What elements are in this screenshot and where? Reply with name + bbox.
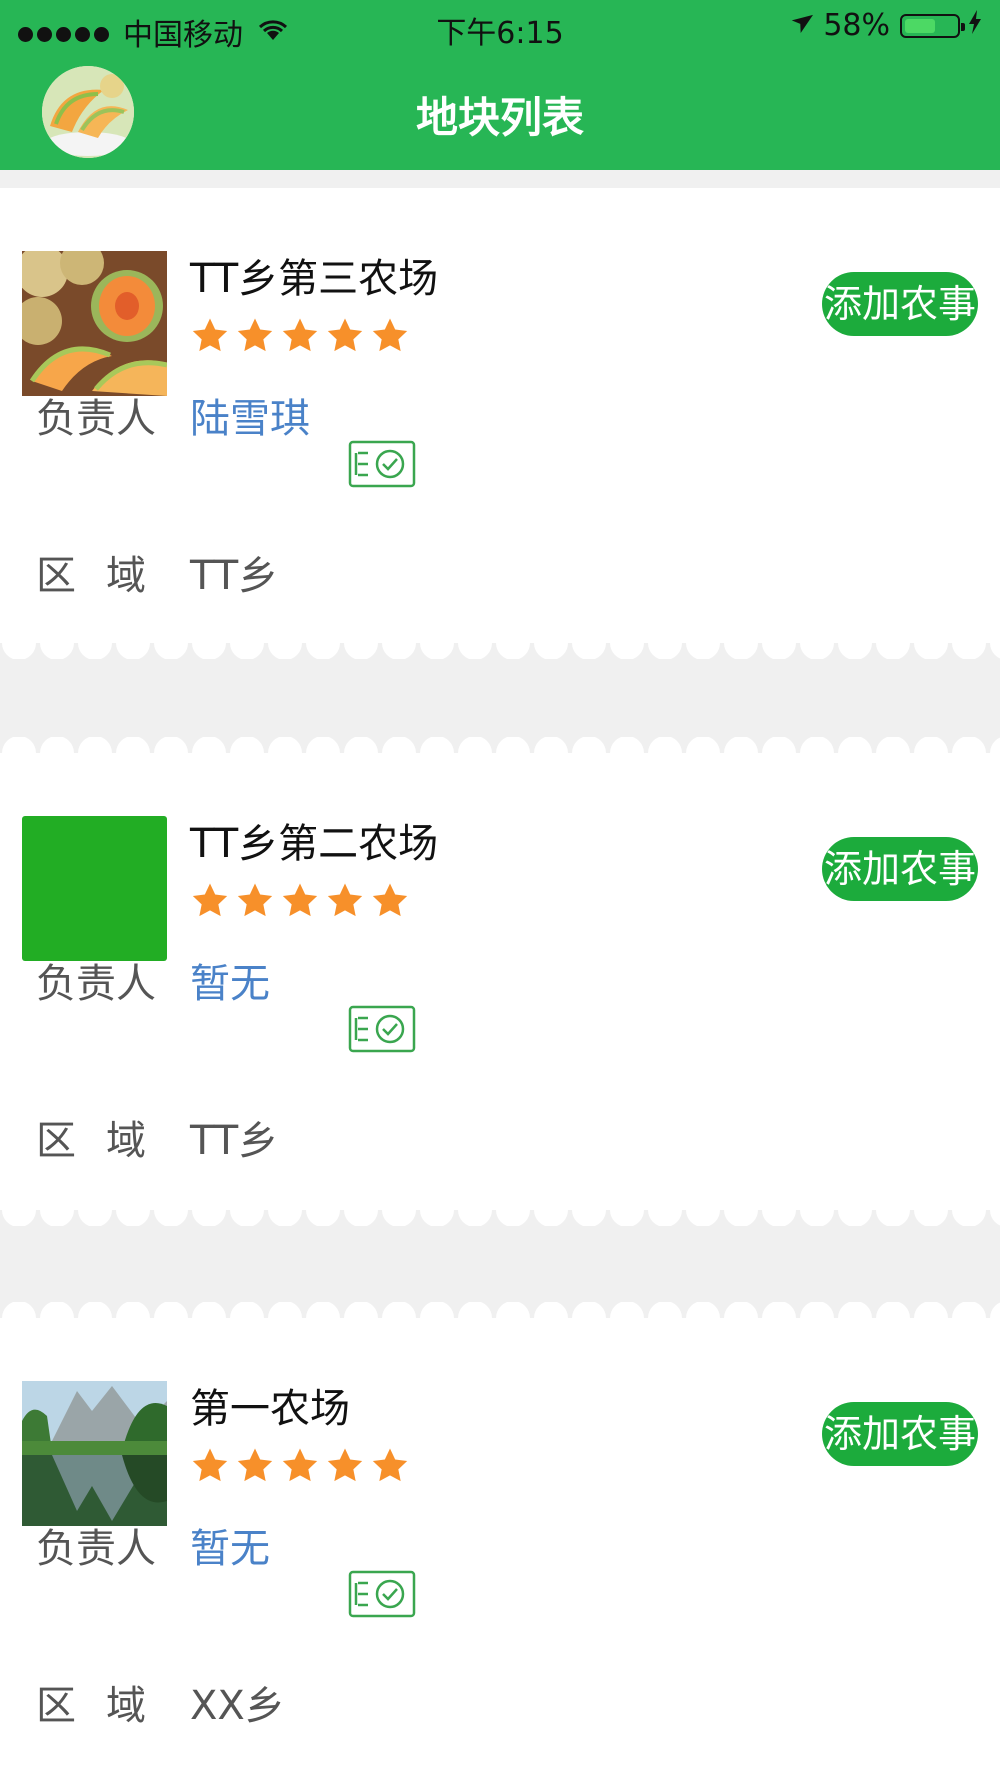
add-farm-activity-button[interactable]: 添加农事 [822,1402,978,1466]
battery-percent: 58% [823,8,890,43]
farm-card[interactable]: TT乡第三农场 添加农事 负责人 陆雪琪 区域 TT乡 [0,188,1000,659]
star-icon [235,316,275,356]
card-scallop-edge [0,643,1000,659]
region-value: XX乡 [190,1683,285,1729]
star-icon [235,881,275,921]
farm-name: TT乡第二农场 [190,821,439,867]
card-scallop-edge [0,737,1000,753]
verify-check-icon[interactable] [348,1570,416,1618]
star-icon [190,881,230,921]
farm-thumbnail-melon [22,251,167,396]
manager-label: 负责人 [36,961,156,1007]
location-arrow-icon [787,7,816,44]
region-value: TT乡 [190,1118,279,1164]
verify-check-icon[interactable] [348,1005,416,1053]
verify-check-icon[interactable] [348,440,416,488]
farm-name: TT乡第三农场 [190,256,439,302]
area-label: 区域 [36,1118,176,1164]
star-icon [235,1446,275,1486]
star-icon [325,1446,365,1486]
star-icon [325,881,365,921]
status-bar: 中国移动 下午6:15 58% [0,0,1000,54]
card-scallop-edge [0,1302,1000,1318]
star-icon [280,316,320,356]
nav-header: 中国移动 下午6:15 58% 地块列表 [0,0,1000,170]
farm-thumbnail-placeholder [22,816,167,961]
star-icon [190,1446,230,1486]
farm-thumbnail-lake [22,1381,167,1526]
star-icon [325,316,365,356]
battery-icon [900,13,965,38]
manager-name-link[interactable]: 陆雪琪 [190,386,310,444]
manager-label: 负责人 [36,396,156,442]
add-farm-activity-button[interactable]: 添加农事 [822,272,978,336]
manager-label: 负责人 [36,1526,156,1572]
star-icon [280,1446,320,1486]
farm-name: 第一农场 [190,1386,350,1432]
card-scallop-edge [0,1210,1000,1226]
manager-name-link[interactable]: 暂无 [190,951,270,1009]
star-icon [190,316,230,356]
add-farm-activity-button[interactable]: 添加农事 [822,837,978,901]
farm-card[interactable]: TT乡第二农场 添加农事 负责人 暂无 区域 TT乡 [0,737,1000,1226]
farm-card[interactable]: 第一农场 添加农事 负责人 暂无 区域 XX乡 [0,1302,1000,1778]
charging-bolt-icon [968,10,982,41]
manager-name-link[interactable]: 暂无 [190,1516,270,1574]
page-title: 地块列表 [415,93,584,142]
star-icon [370,881,410,921]
rating-stars [190,881,415,921]
star-icon [370,1446,410,1486]
rating-stars [190,1446,415,1486]
area-label: 区域 [36,1683,176,1729]
star-icon [280,881,320,921]
area-label: 区域 [36,553,176,599]
region-value: TT乡 [190,553,279,599]
star-icon [370,316,410,356]
rating-stars [190,316,415,356]
